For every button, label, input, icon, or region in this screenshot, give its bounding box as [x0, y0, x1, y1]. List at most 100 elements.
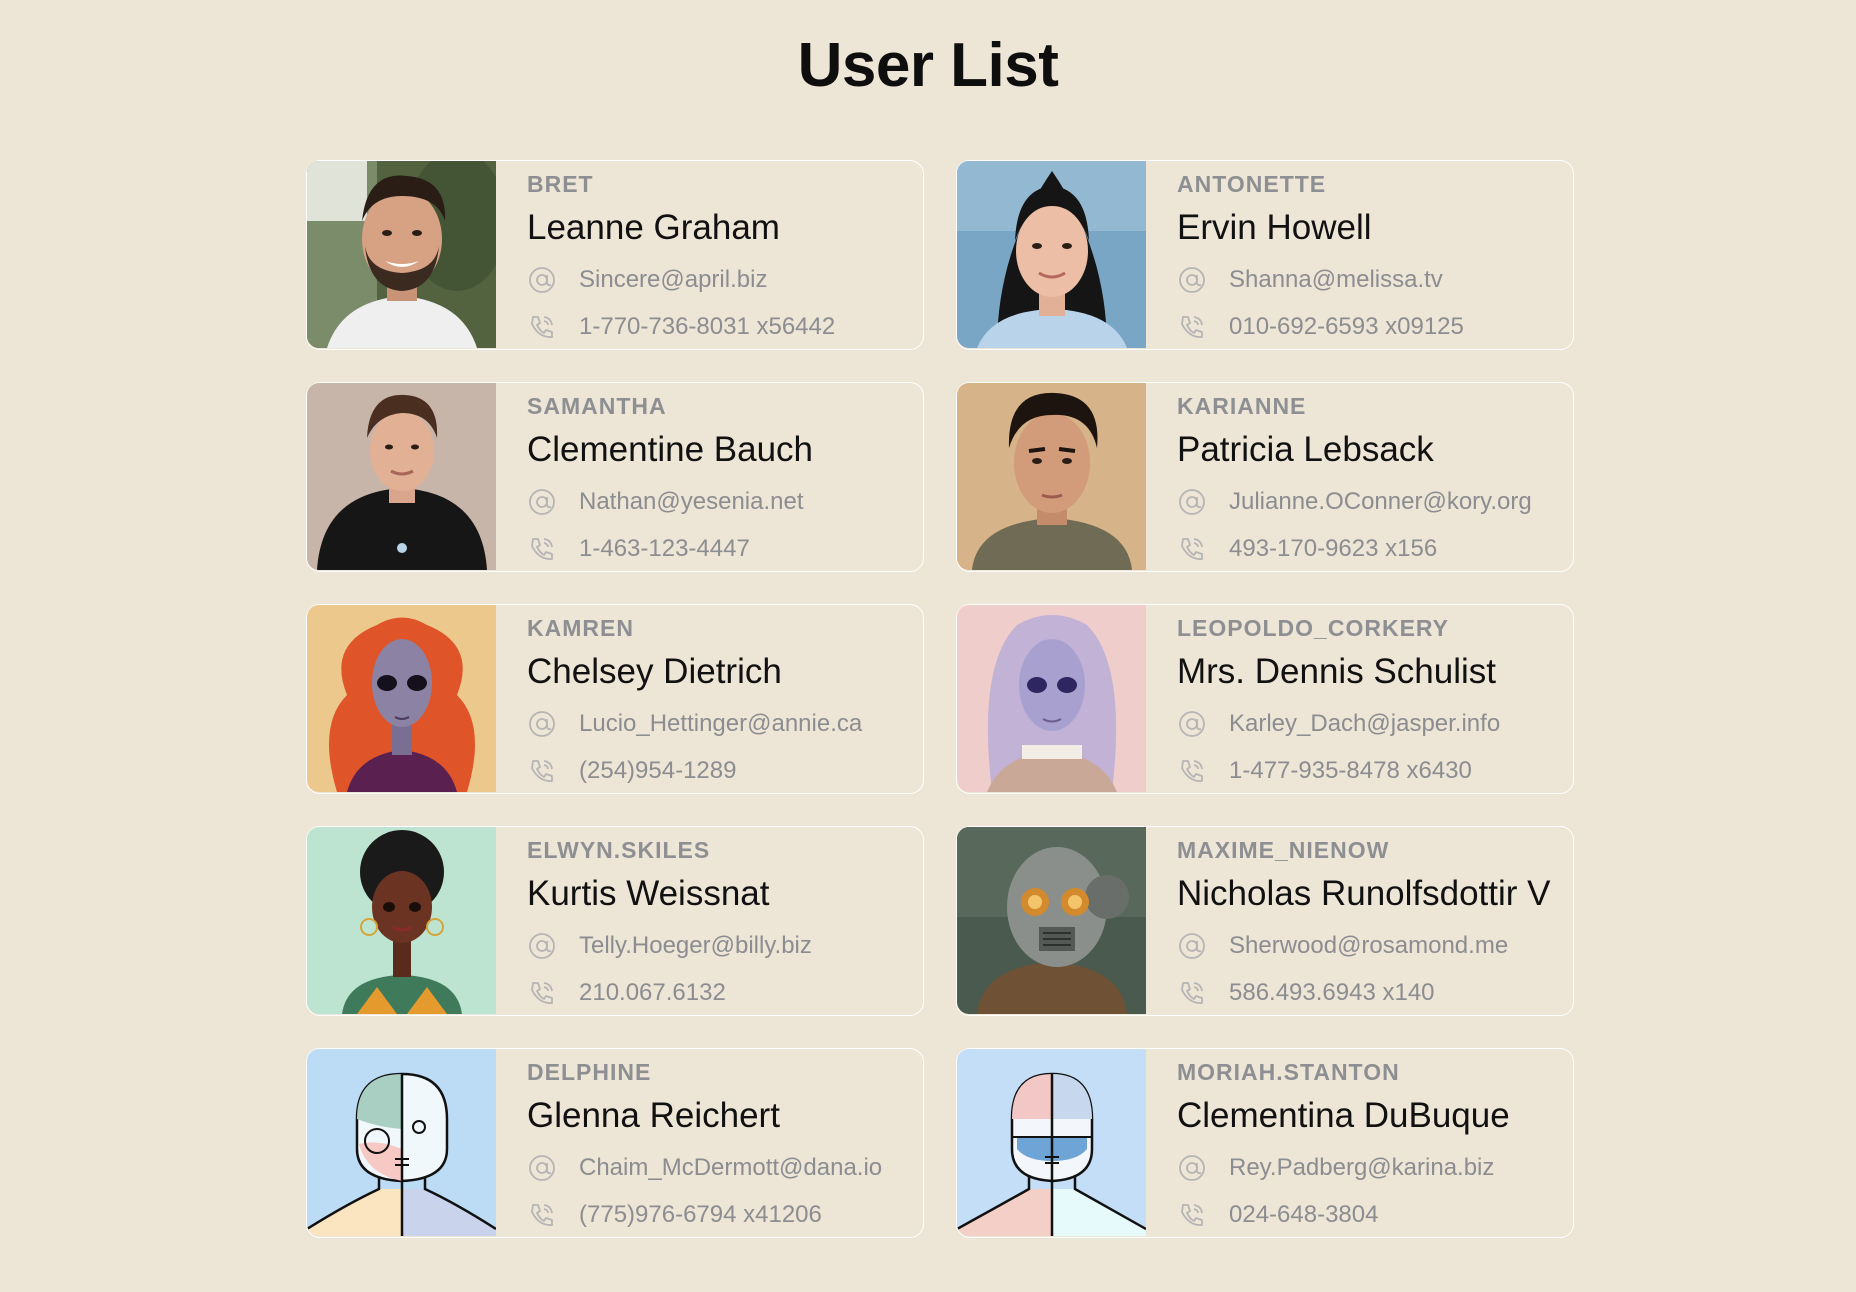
email-text[interactable]: Sherwood@rosamond.me	[1229, 932, 1508, 960]
username: DELPHINE	[527, 1059, 652, 1085]
user-card[interactable]: ELWYN.SKILES Kurtis Weissnat Telly.Hoege…	[306, 826, 924, 1016]
page-title: User List	[797, 31, 1059, 100]
user-card[interactable]: ANTONETTE Ervin Howell Shanna@melissa.tv…	[956, 160, 1574, 350]
phone-row: (775)976-6794 x41206	[527, 1200, 822, 1230]
phone-text[interactable]: 1-463-123-4447	[579, 535, 750, 563]
phone-row: 1-477-935-8478 x6430	[1177, 756, 1472, 786]
phone-row: 586.493.6943 x140	[1177, 978, 1435, 1008]
email-row: Rey.Padberg@karina.biz	[1177, 1153, 1494, 1183]
email-text[interactable]: Lucio_Hettinger@annie.ca	[579, 710, 862, 738]
user-card[interactable]: SAMANTHA Clementine Bauch Nathan@yesenia…	[306, 382, 924, 572]
phone-row: 1-770-736-8031 x56442	[527, 312, 835, 342]
email-text[interactable]: Shanna@melissa.tv	[1229, 266, 1443, 294]
phone-row: 1-463-123-4447	[527, 534, 750, 564]
user-name: Mrs. Dennis Schulist	[1177, 652, 1496, 691]
user-card[interactable]: KAMREN Chelsey Dietrich Lucio_Hettinger@…	[306, 604, 924, 794]
email-row: Sincere@april.biz	[527, 265, 767, 295]
phone-text[interactable]: 210.067.6132	[579, 979, 726, 1007]
email-text[interactable]: Telly.Hoeger@billy.biz	[579, 932, 812, 960]
user-card[interactable]: BRET Leanne Graham Sincere@april.biz 1-7…	[306, 160, 924, 350]
username: SAMANTHA	[527, 393, 667, 419]
avatar	[957, 605, 1146, 792]
avatar	[307, 827, 496, 1014]
username: ANTONETTE	[1177, 171, 1327, 197]
phone-icon	[1177, 1200, 1207, 1230]
email-row: Sherwood@rosamond.me	[1177, 931, 1508, 961]
phone-icon	[1177, 978, 1207, 1008]
phone-text[interactable]: 586.493.6943 x140	[1229, 979, 1435, 1007]
at-sign-icon	[527, 709, 557, 739]
email-text[interactable]: Rey.Padberg@karina.biz	[1229, 1154, 1494, 1182]
at-sign-icon	[1177, 931, 1207, 961]
at-sign-icon	[527, 487, 557, 517]
phone-text[interactable]: 1-477-935-8478 x6430	[1229, 757, 1472, 785]
username: MAXIME_NIENOW	[1177, 837, 1390, 863]
user-name: Kurtis Weissnat	[527, 874, 770, 913]
user-card[interactable]: MAXIME_NIENOW Nicholas Runolfsdottir V S…	[956, 826, 1574, 1016]
avatar	[307, 161, 496, 348]
phone-icon	[527, 978, 557, 1008]
phone-icon	[1177, 534, 1207, 564]
phone-text[interactable]: 010-692-6593 x09125	[1229, 313, 1464, 341]
user-card[interactable]: LEOPOLDO_CORKERY Mrs. Dennis Schulist Ka…	[956, 604, 1574, 794]
email-text[interactable]: Sincere@april.biz	[579, 266, 767, 294]
email-row: Chaim_McDermott@dana.io	[527, 1153, 882, 1183]
phone-text[interactable]: 1-770-736-8031 x56442	[579, 313, 835, 341]
at-sign-icon	[527, 931, 557, 961]
email-row: Telly.Hoeger@billy.biz	[527, 931, 812, 961]
at-sign-icon	[1177, 1153, 1207, 1183]
email-text[interactable]: Chaim_McDermott@dana.io	[579, 1154, 882, 1182]
email-row: Nathan@yesenia.net	[527, 487, 804, 517]
username: MORIAH.STANTON	[1177, 1059, 1400, 1085]
email-text[interactable]: Nathan@yesenia.net	[579, 488, 804, 516]
username: KARIANNE	[1177, 393, 1307, 419]
avatar	[307, 605, 496, 792]
phone-text[interactable]: (775)976-6794 x41206	[579, 1201, 822, 1229]
phone-icon	[527, 534, 557, 564]
email-row: Shanna@melissa.tv	[1177, 265, 1443, 295]
user-card[interactable]: KARIANNE Patricia Lebsack Julianne.OConn…	[956, 382, 1574, 572]
avatar	[957, 1049, 1146, 1236]
avatar	[307, 383, 496, 570]
username: KAMREN	[527, 615, 634, 641]
phone-icon	[1177, 312, 1207, 342]
phone-row: 010-692-6593 x09125	[1177, 312, 1464, 342]
phone-text[interactable]: 024-648-3804	[1229, 1201, 1378, 1229]
avatar	[957, 383, 1146, 570]
phone-text[interactable]: 493-170-9623 x156	[1229, 535, 1437, 563]
avatar	[957, 161, 1146, 348]
phone-icon	[1177, 756, 1207, 786]
phone-row: (254)954-1289	[527, 756, 736, 786]
phone-row: 493-170-9623 x156	[1177, 534, 1437, 564]
at-sign-icon	[527, 265, 557, 295]
phone-row: 210.067.6132	[527, 978, 726, 1008]
user-list: BRET Leanne Graham Sincere@april.biz 1-7…	[306, 160, 1574, 1238]
user-name: Clementina DuBuque	[1177, 1096, 1510, 1135]
user-name: Ervin Howell	[1177, 208, 1372, 247]
phone-row: 024-648-3804	[1177, 1200, 1378, 1230]
email-row: Lucio_Hettinger@annie.ca	[527, 709, 862, 739]
at-sign-icon	[1177, 709, 1207, 739]
at-sign-icon	[1177, 487, 1207, 517]
user-name: Leanne Graham	[527, 208, 780, 247]
avatar	[307, 1049, 496, 1236]
username: BRET	[527, 171, 594, 197]
phone-text[interactable]: (254)954-1289	[579, 757, 736, 785]
email-text[interactable]: Karley_Dach@jasper.info	[1229, 710, 1500, 738]
phone-icon	[527, 756, 557, 786]
user-card[interactable]: DELPHINE Glenna Reichert Chaim_McDermott…	[306, 1048, 924, 1238]
email-text[interactable]: Julianne.OConner@kory.org	[1229, 488, 1532, 516]
at-sign-icon	[527, 1153, 557, 1183]
phone-icon	[527, 312, 557, 342]
user-name: Chelsey Dietrich	[527, 652, 782, 691]
user-name: Nicholas Runolfsdottir V	[1177, 874, 1551, 913]
username: LEOPOLDO_CORKERY	[1177, 615, 1450, 641]
user-name: Clementine Bauch	[527, 430, 813, 469]
email-row: Julianne.OConner@kory.org	[1177, 487, 1532, 517]
username: ELWYN.SKILES	[527, 837, 711, 863]
phone-icon	[527, 1200, 557, 1230]
user-name: Glenna Reichert	[527, 1096, 780, 1135]
user-card[interactable]: MORIAH.STANTON Clementina DuBuque Rey.Pa…	[956, 1048, 1574, 1238]
at-sign-icon	[1177, 265, 1207, 295]
user-name: Patricia Lebsack	[1177, 430, 1434, 469]
